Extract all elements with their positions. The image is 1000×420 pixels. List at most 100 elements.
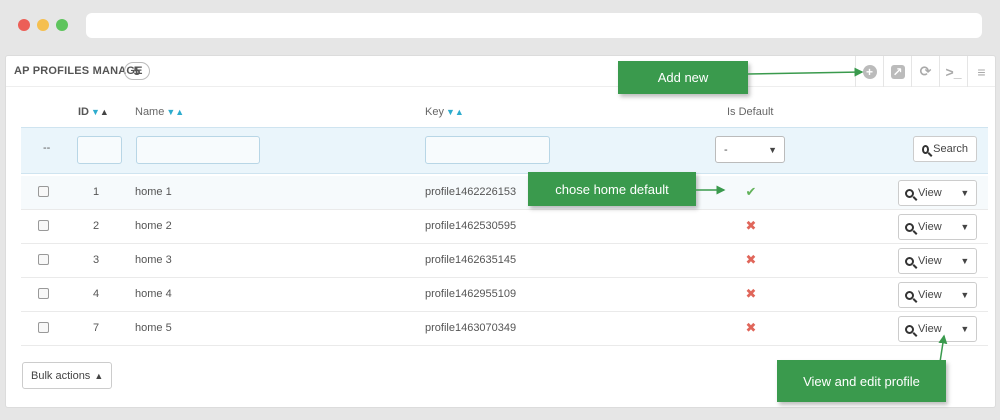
caret-down-icon: ▼ bbox=[960, 290, 970, 300]
zoom-in-icon bbox=[905, 256, 914, 266]
maximize-window-icon[interactable] bbox=[56, 19, 68, 31]
search-icon bbox=[922, 144, 930, 154]
row-key: profile1462226153 bbox=[425, 186, 517, 198]
row-key: profile1462530595 bbox=[425, 220, 517, 232]
search-button[interactable]: Search bbox=[913, 136, 977, 162]
sql-query-button[interactable]: >_ bbox=[939, 56, 967, 87]
row-checkbox[interactable] bbox=[38, 288, 49, 299]
row-key: profile1462635145 bbox=[425, 254, 517, 266]
caret-down-icon: ▼ bbox=[960, 324, 970, 334]
column-header-key[interactable]: Key ▼▲ bbox=[425, 106, 464, 118]
chevron-down-icon: ▼ bbox=[768, 145, 777, 155]
not-default-cross-icon[interactable]: ✖ bbox=[739, 320, 763, 336]
row-id: 2 bbox=[92, 220, 100, 232]
row-actions: View ▼ bbox=[898, 248, 977, 274]
table-row: 1 home 1 profile1462226153 ✔ View ▼ bbox=[21, 176, 988, 210]
profile-count-badge: 5 bbox=[124, 62, 150, 80]
view-button[interactable]: View bbox=[899, 283, 954, 307]
row-checkbox[interactable] bbox=[38, 254, 49, 265]
zoom-in-icon bbox=[905, 188, 914, 198]
row-actions: View ▼ bbox=[898, 180, 977, 206]
row-actions-dropdown[interactable]: ▼ bbox=[954, 317, 976, 341]
view-button-label: View bbox=[918, 323, 942, 335]
row-id: 4 bbox=[92, 288, 100, 300]
not-default-cross-icon[interactable]: ✖ bbox=[739, 286, 763, 302]
column-header-id[interactable]: ID ▼▲ bbox=[78, 106, 109, 118]
row-actions-dropdown[interactable]: ▼ bbox=[954, 181, 976, 205]
column-header-name[interactable]: Name ▼▲ bbox=[135, 106, 184, 118]
bulk-actions-label: Bulk actions bbox=[31, 369, 91, 382]
bulk-actions-button[interactable]: Bulk actions ▲ bbox=[22, 362, 113, 389]
view-button-label: View bbox=[918, 221, 942, 233]
panel-header: AP PROFILES MANAGE 5 + ↗ ⟳ >_ ≡ bbox=[6, 56, 995, 87]
filter-default-value: - bbox=[724, 144, 728, 156]
annotation-view-and-edit: View and edit profile bbox=[777, 360, 946, 402]
annotation-add-new: Add new bbox=[618, 61, 748, 94]
view-button[interactable]: View bbox=[899, 249, 954, 273]
filter-row: -- - ▼ Search bbox=[21, 127, 988, 174]
row-actions: View ▼ bbox=[898, 282, 977, 308]
row-checkbox[interactable] bbox=[38, 220, 49, 231]
table-row: 3 home 3 profile1462635145 ✖ View ▼ bbox=[21, 244, 988, 278]
filter-default-select[interactable]: - ▼ bbox=[715, 136, 785, 163]
add-icon: + bbox=[862, 64, 877, 79]
search-button-label: Search bbox=[933, 143, 968, 155]
row-checkbox[interactable] bbox=[38, 322, 49, 333]
default-check-icon[interactable]: ✔ bbox=[739, 184, 763, 200]
row-actions-dropdown[interactable]: ▼ bbox=[954, 283, 976, 307]
caret-down-icon: ▼ bbox=[960, 222, 970, 232]
caret-up-icon: ▲ bbox=[94, 370, 104, 381]
row-name: home 2 bbox=[135, 220, 172, 232]
view-button[interactable]: View bbox=[899, 181, 954, 205]
filter-id-input[interactable] bbox=[77, 136, 122, 164]
caret-down-icon: ▼ bbox=[960, 256, 970, 266]
filter-reset-label: -- bbox=[43, 142, 51, 154]
address-bar[interactable] bbox=[86, 13, 982, 38]
sort-id-icon[interactable]: ▼▲ bbox=[91, 107, 109, 117]
row-id: 1 bbox=[92, 186, 100, 198]
refresh-icon: ⟳ bbox=[919, 63, 932, 79]
row-id: 3 bbox=[92, 254, 100, 266]
panel-toolbar: + ↗ ⟳ >_ ≡ bbox=[855, 56, 995, 87]
view-button[interactable]: View bbox=[899, 317, 954, 341]
table-row: 7 home 5 profile1463070349 ✖ View ▼ bbox=[21, 312, 988, 346]
table-header-row: ID ▼▲ Name ▼▲ Key ▼▲ Is Default bbox=[21, 100, 988, 126]
filter-key-input[interactable] bbox=[425, 136, 550, 164]
view-button-label: View bbox=[918, 255, 942, 267]
view-button-label: View bbox=[918, 289, 942, 301]
row-name: home 4 bbox=[135, 288, 172, 300]
refresh-button[interactable]: ⟳ bbox=[911, 56, 939, 87]
row-actions-dropdown[interactable]: ▼ bbox=[954, 249, 976, 273]
row-key: profile1463070349 bbox=[425, 322, 517, 334]
database-button[interactable]: ≡ bbox=[967, 56, 995, 87]
minimize-window-icon[interactable] bbox=[37, 19, 49, 31]
row-id: 7 bbox=[92, 322, 100, 334]
sort-name-icon[interactable]: ▼▲ bbox=[166, 107, 184, 117]
profiles-panel: AP PROFILES MANAGE 5 + ↗ ⟳ >_ ≡ ID ▼▲ Na… bbox=[5, 55, 996, 408]
table-row: 4 home 4 profile1462955109 ✖ View ▼ bbox=[21, 278, 988, 312]
close-window-icon[interactable] bbox=[18, 19, 30, 31]
table-body: 1 home 1 profile1462226153 ✔ View ▼ 2 ho… bbox=[21, 176, 988, 346]
row-key: profile1462955109 bbox=[425, 288, 517, 300]
not-default-cross-icon[interactable]: ✖ bbox=[739, 252, 763, 268]
row-name: home 5 bbox=[135, 322, 172, 334]
view-button[interactable]: View bbox=[899, 215, 954, 239]
not-default-cross-icon[interactable]: ✖ bbox=[739, 218, 763, 234]
add-new-button[interactable]: + bbox=[855, 56, 883, 87]
row-actions-dropdown[interactable]: ▼ bbox=[954, 215, 976, 239]
browser-chrome bbox=[0, 0, 1000, 52]
row-name: home 1 bbox=[135, 186, 172, 198]
row-checkbox[interactable] bbox=[38, 186, 49, 197]
row-actions: View ▼ bbox=[898, 214, 977, 240]
row-actions: View ▼ bbox=[898, 316, 977, 342]
sort-key-icon[interactable]: ▼▲ bbox=[446, 107, 464, 117]
sql-query-icon: >_ bbox=[945, 63, 962, 80]
column-header-is-default: Is Default bbox=[727, 106, 774, 118]
zoom-in-icon bbox=[905, 324, 914, 334]
export-icon: ↗ bbox=[890, 64, 905, 79]
database-icon: ≡ bbox=[977, 63, 986, 80]
filter-name-input[interactable] bbox=[136, 136, 260, 164]
export-button[interactable]: ↗ bbox=[883, 56, 911, 87]
annotation-chose-home-default: chose home default bbox=[528, 172, 696, 206]
row-name: home 3 bbox=[135, 254, 172, 266]
